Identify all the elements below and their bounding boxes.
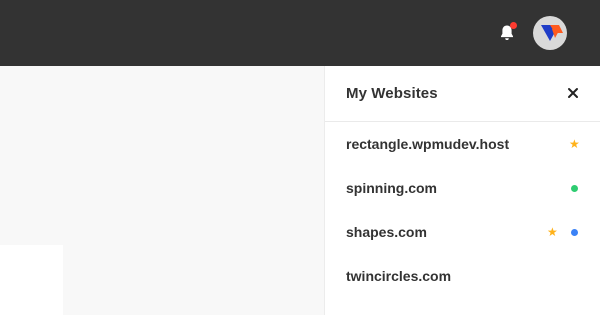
status-dot	[571, 229, 578, 236]
star-icon[interactable]: ★	[547, 226, 558, 238]
panel-title: My Websites	[346, 85, 438, 102]
site-name: rectangle.wpmudev.host	[346, 136, 510, 152]
top-bar	[0, 0, 600, 66]
my-websites-panel: My Websites rectangle.wpmudev.host ★ spi…	[324, 66, 600, 315]
site-item-shapes[interactable]: shapes.com ★	[325, 210, 600, 254]
status-dot	[571, 185, 578, 192]
star-icon[interactable]: ★	[569, 138, 580, 150]
brand-logo-icon	[541, 25, 563, 41]
close-icon[interactable]	[566, 86, 580, 100]
site-item-spinning[interactable]: spinning.com	[325, 166, 600, 210]
panel-header: My Websites	[325, 66, 600, 122]
site-name: shapes.com	[346, 224, 427, 240]
notification-badge	[510, 22, 517, 29]
site-item-rectangle[interactable]: rectangle.wpmudev.host ★	[325, 122, 600, 166]
avatar[interactable]	[533, 16, 567, 50]
content-card	[0, 245, 63, 315]
site-name: spinning.com	[346, 180, 437, 196]
site-name: twincircles.com	[346, 268, 452, 284]
site-item-twincircles[interactable]: twincircles.com	[325, 254, 600, 298]
site-list: rectangle.wpmudev.host ★ spinning.com sh…	[325, 122, 600, 298]
